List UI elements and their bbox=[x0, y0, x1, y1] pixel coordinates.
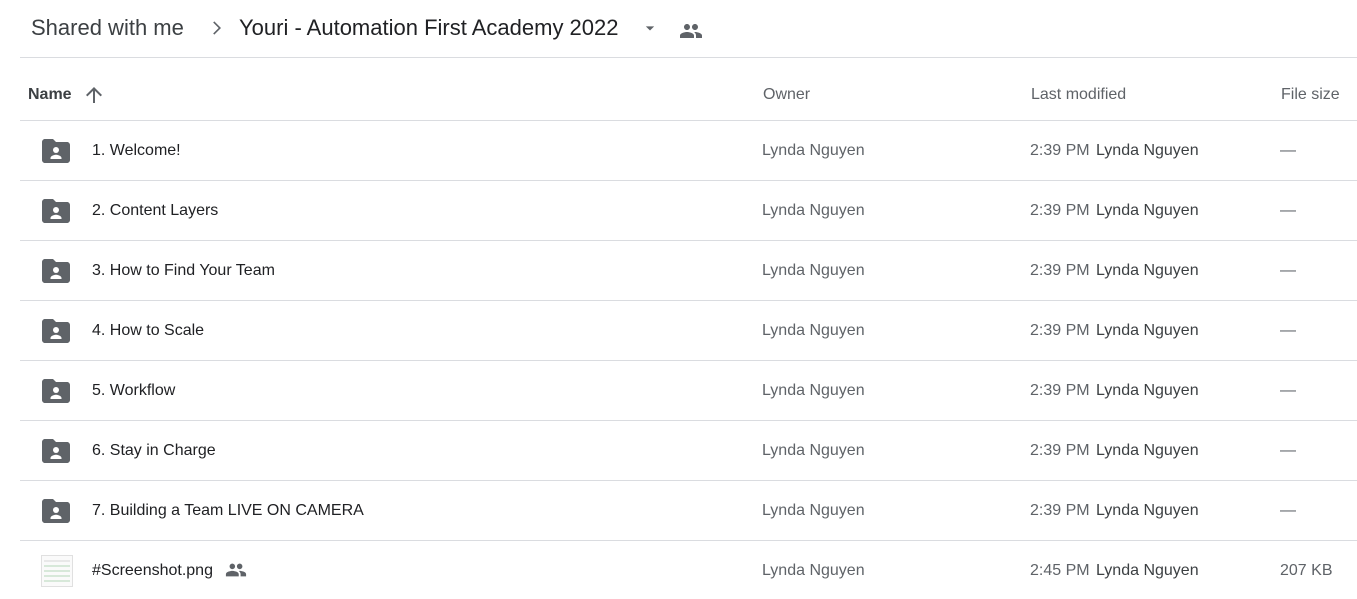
file-modified-by: Lynda Nguyen bbox=[1096, 442, 1199, 459]
breadcrumb: Shared with me Youri - Automation First … bbox=[20, 0, 1357, 58]
file-modified-time: 2:39 PM bbox=[1030, 202, 1090, 219]
file-row[interactable]: 4. How to Scale Lynda Nguyen 2:39 PM Lyn… bbox=[20, 301, 1357, 361]
file-owner: Lynda Nguyen bbox=[762, 562, 865, 579]
file-modified-by: Lynda Nguyen bbox=[1096, 502, 1199, 519]
file-size: — bbox=[1280, 442, 1296, 459]
people-icon bbox=[225, 563, 247, 577]
file-size: — bbox=[1280, 382, 1296, 399]
file-size: — bbox=[1280, 262, 1296, 279]
file-owner: Lynda Nguyen bbox=[762, 202, 865, 219]
image-thumbnail bbox=[41, 555, 73, 587]
file-owner: Lynda Nguyen bbox=[762, 442, 865, 459]
file-name[interactable]: 4. How to Scale bbox=[92, 321, 204, 341]
shared-folder-icon bbox=[42, 319, 70, 343]
file-list: 1. Welcome! Lynda Nguyen 2:39 PM Lynda N… bbox=[20, 121, 1357, 599]
chevron-right-icon bbox=[213, 21, 221, 35]
file-modified-time: 2:39 PM bbox=[1030, 502, 1090, 519]
file-modified-by: Lynda Nguyen bbox=[1096, 202, 1199, 219]
file-row[interactable]: 3. How to Find Your Team Lynda Nguyen 2:… bbox=[20, 241, 1357, 301]
file-name[interactable]: #Screenshot.png bbox=[92, 561, 213, 581]
file-modified-time: 2:39 PM bbox=[1030, 442, 1090, 459]
file-size: — bbox=[1280, 502, 1296, 519]
column-header-row: Name Owner Last modified File size bbox=[20, 59, 1357, 121]
file-row[interactable]: #Screenshot.png Lynda Nguyen 2:45 PM Lyn… bbox=[20, 541, 1357, 599]
file-modified-time: 2:39 PM bbox=[1030, 382, 1090, 399]
file-row[interactable]: 6. Stay in Charge Lynda Nguyen 2:39 PM L… bbox=[20, 421, 1357, 481]
file-modified-time: 2:39 PM bbox=[1030, 262, 1090, 279]
column-last-modified[interactable]: Last modified bbox=[1031, 85, 1126, 105]
file-row[interactable]: 5. Workflow Lynda Nguyen 2:39 PM Lynda N… bbox=[20, 361, 1357, 421]
file-owner: Lynda Nguyen bbox=[762, 142, 865, 159]
file-row[interactable]: 1. Welcome! Lynda Nguyen 2:39 PM Lynda N… bbox=[20, 121, 1357, 181]
file-modified-by: Lynda Nguyen bbox=[1096, 562, 1199, 579]
file-size: 207 KB bbox=[1280, 562, 1333, 579]
file-size: — bbox=[1280, 202, 1296, 219]
file-modified-by: Lynda Nguyen bbox=[1096, 262, 1199, 279]
arrow-drop-down-icon[interactable] bbox=[640, 18, 660, 38]
file-name[interactable]: 3. How to Find Your Team bbox=[92, 261, 275, 281]
file-modified-by: Lynda Nguyen bbox=[1096, 142, 1199, 159]
shared-folder-icon bbox=[42, 259, 70, 283]
file-row[interactable]: 7. Building a Team LIVE ON CAMERA Lynda … bbox=[20, 481, 1357, 541]
column-file-size[interactable]: File size bbox=[1281, 85, 1340, 105]
file-owner: Lynda Nguyen bbox=[762, 382, 865, 399]
file-modified-by: Lynda Nguyen bbox=[1096, 322, 1199, 339]
column-owner: Owner bbox=[763, 86, 811, 103]
shared-folder-icon bbox=[42, 439, 70, 463]
column-name[interactable]: Name bbox=[28, 85, 72, 105]
file-row[interactable]: 2. Content Layers Lynda Nguyen 2:39 PM L… bbox=[20, 181, 1357, 241]
file-modified-time: 2:39 PM bbox=[1030, 322, 1090, 339]
people-icon bbox=[680, 24, 702, 38]
file-name[interactable]: 6. Stay in Charge bbox=[92, 441, 216, 461]
file-size: — bbox=[1280, 322, 1296, 339]
breadcrumb-current-folder[interactable]: Youri - Automation First Academy 2022 bbox=[239, 14, 619, 42]
shared-folder-icon bbox=[42, 139, 70, 163]
file-name[interactable]: 5. Workflow bbox=[92, 381, 175, 401]
breadcrumb-shared-with-me[interactable]: Shared with me bbox=[31, 14, 184, 42]
file-name[interactable]: 1. Welcome! bbox=[92, 141, 181, 161]
shared-folder-icon bbox=[42, 199, 70, 223]
file-modified-time: 2:39 PM bbox=[1030, 142, 1090, 159]
file-owner: Lynda Nguyen bbox=[762, 262, 865, 279]
file-name[interactable]: 7. Building a Team LIVE ON CAMERA bbox=[92, 501, 364, 521]
shared-folder-icon bbox=[42, 379, 70, 403]
file-modified-by: Lynda Nguyen bbox=[1096, 382, 1199, 399]
arrow-up-icon[interactable] bbox=[82, 83, 106, 107]
file-name[interactable]: 2. Content Layers bbox=[92, 201, 218, 221]
file-modified-time: 2:45 PM bbox=[1030, 562, 1090, 579]
shared-folder-icon bbox=[42, 499, 70, 523]
file-size: — bbox=[1280, 142, 1296, 159]
file-owner: Lynda Nguyen bbox=[762, 322, 865, 339]
file-owner: Lynda Nguyen bbox=[762, 502, 865, 519]
